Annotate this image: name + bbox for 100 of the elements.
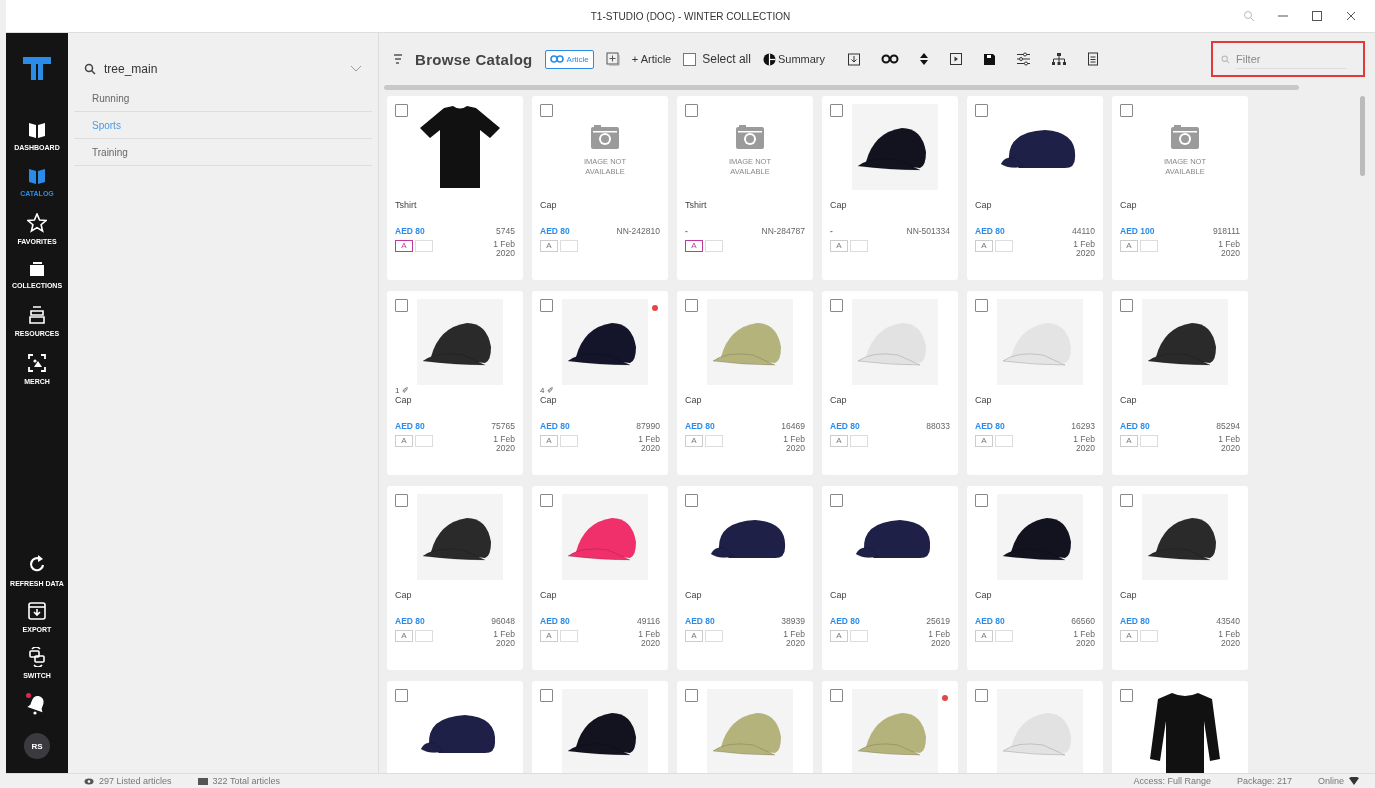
tree-item[interactable]: Running (74, 85, 372, 112)
product-card[interactable]: Cap AED 80 38939 A 1 Feb 2020 (677, 486, 813, 670)
card-checkbox[interactable] (1120, 689, 1133, 702)
tag-badge[interactable]: A (685, 240, 703, 252)
card-checkbox[interactable] (830, 689, 843, 702)
tag-badge[interactable]: A (395, 630, 413, 642)
product-card[interactable]: Cap AED 80 85294 A 1 Feb 2020 (1112, 291, 1248, 475)
tag-badge[interactable]: A (540, 240, 558, 252)
summary-button[interactable]: Summary (762, 52, 825, 66)
card-checkbox[interactable] (830, 104, 843, 117)
product-card[interactable]: Cap AED 80 16469 A 1 Feb 2020 (677, 291, 813, 475)
close-icon[interactable] (1345, 10, 1357, 22)
card-checkbox[interactable] (395, 299, 408, 312)
sliders-icon[interactable] (1016, 52, 1031, 66)
product-price: AED 80 (1120, 421, 1150, 431)
scan-frame-icon (27, 353, 47, 373)
product-card[interactable]: Cap AED 80 96048 A 1 Feb 2020 (387, 486, 523, 670)
product-date: 1 Feb 2020 (782, 630, 805, 649)
filter-input[interactable]: Filter (1236, 49, 1346, 69)
tag-badge[interactable]: A (830, 435, 848, 447)
product-card[interactable]: Cap AED 80 49116 A 1 Feb 2020 (532, 486, 668, 670)
product-code: 5745 (496, 226, 515, 236)
card-checkbox[interactable] (685, 689, 698, 702)
tag-badge[interactable]: A (540, 630, 558, 642)
chevron-down-icon[interactable] (350, 65, 362, 73)
product-price: AED 80 (395, 616, 425, 626)
user-avatar[interactable]: RS (24, 733, 50, 759)
download-icon[interactable] (847, 52, 861, 66)
product-card[interactable]: 4 ✐ Cap AED 80 87990 A 1 Feb 2020 (532, 291, 668, 475)
tag-badge[interactable]: A (1120, 435, 1138, 447)
product-card[interactable]: Tshirt AED 80 5745 A 1 Feb 2020 (387, 96, 523, 280)
sort-icon[interactable] (393, 52, 403, 66)
document-icon[interactable] (1087, 52, 1099, 66)
product-card[interactable]: Cap AED 80 66560 A 1 Feb 2020 (967, 486, 1103, 670)
binoculars-icon[interactable] (881, 54, 899, 64)
save-icon[interactable] (983, 52, 996, 66)
product-code: 43540 (1216, 616, 1240, 626)
product-card[interactable]: 1 ✐ Cap AED 80 75765 A 1 Feb 2020 (387, 291, 523, 475)
product-name: Cap (395, 590, 413, 600)
add-article-button[interactable]: + Article (631, 53, 672, 65)
card-checkbox[interactable] (685, 494, 698, 507)
hierarchy-icon[interactable] (1051, 52, 1067, 66)
tag-badge[interactable]: A (540, 435, 558, 447)
card-checkbox[interactable] (1120, 104, 1133, 117)
product-date: 1 Feb 2020 (1217, 240, 1240, 259)
product-price: AED 100 (1120, 226, 1155, 236)
tag-badge[interactable]: A (1120, 240, 1138, 252)
tag-badge[interactable]: A (685, 630, 703, 642)
card-checkbox[interactable] (395, 689, 408, 702)
play-icon[interactable] (949, 52, 963, 66)
connection-status: Online (1318, 776, 1359, 786)
card-checkbox[interactable] (540, 689, 553, 702)
card-checkbox[interactable] (975, 494, 988, 507)
product-card[interactable]: Cap AED 80 88033 A (822, 291, 958, 475)
listed-articles-count: 297 Listed articles (84, 776, 172, 786)
card-checkbox[interactable] (830, 494, 843, 507)
filter-field[interactable]: Filter (1211, 41, 1365, 77)
select-all-checkbox[interactable]: Select all (683, 52, 751, 66)
tag-badge[interactable]: A (395, 435, 413, 447)
add-box-icon[interactable] (605, 52, 620, 66)
card-checkbox[interactable] (685, 299, 698, 312)
product-card[interactable]: Cap AED 80 44110 A 1 Feb 2020 (967, 96, 1103, 280)
tag-badge[interactable]: A (1120, 630, 1138, 642)
product-card[interactable]: Cap AED 80 43540 A 1 Feb 2020 (1112, 486, 1248, 670)
card-checkbox[interactable] (395, 104, 408, 117)
tag-badge[interactable]: A (685, 435, 703, 447)
product-price: AED 80 (685, 421, 715, 431)
tag-badge[interactable]: A (975, 435, 993, 447)
card-checkbox[interactable] (1120, 494, 1133, 507)
product-card[interactable]: Cap AED 80 16293 A 1 Feb 2020 (967, 291, 1103, 475)
tag-badge[interactable]: A (975, 630, 993, 642)
card-checkbox[interactable] (395, 494, 408, 507)
article-view-toggle[interactable]: Article (544, 49, 594, 69)
card-checkbox[interactable] (540, 494, 553, 507)
sort-arrows-icon[interactable] (919, 52, 929, 66)
product-card[interactable]: Cap - NN-501334 A (822, 96, 958, 280)
product-code: 16293 (1071, 421, 1095, 431)
card-checkbox[interactable] (1120, 299, 1133, 312)
product-price: AED 80 (540, 421, 570, 431)
card-checkbox[interactable] (540, 299, 553, 312)
product-card[interactable]: Cap AED 80 25619 A 1 Feb 2020 (822, 486, 958, 670)
tag-badge[interactable]: A (830, 240, 848, 252)
package-count: Package: 217 (1236, 776, 1292, 786)
product-code: 38939 (781, 616, 805, 626)
tree-search-field[interactable]: tree_main (74, 53, 372, 85)
card-checkbox[interactable] (975, 299, 988, 312)
card-checkbox[interactable] (975, 689, 988, 702)
product-code: NN-501334 (906, 226, 950, 236)
tag-badge[interactable]: A (395, 240, 413, 252)
card-checkbox[interactable] (975, 104, 988, 117)
tree-item[interactable]: Training (74, 139, 372, 166)
product-name: Cap (395, 395, 413, 405)
card-checkbox[interactable] (540, 104, 553, 117)
product-price: AED 80 (830, 616, 860, 626)
maximize-icon[interactable] (1311, 10, 1323, 22)
card-checkbox[interactable] (685, 104, 698, 117)
tag-badge[interactable]: A (830, 630, 848, 642)
tag-badge[interactable]: A (975, 240, 993, 252)
card-checkbox[interactable] (830, 299, 843, 312)
product-name: Cap (685, 590, 703, 600)
